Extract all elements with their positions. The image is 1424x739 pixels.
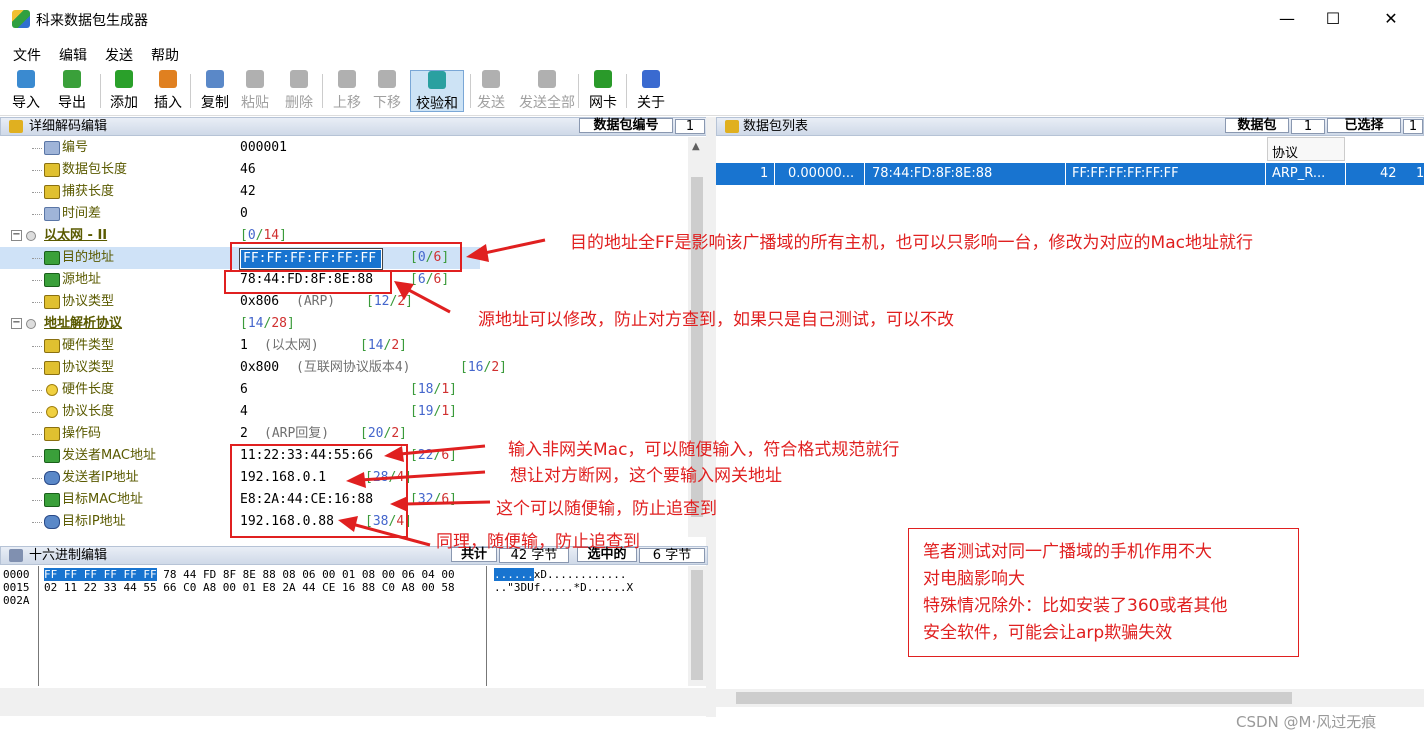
annotation-sender-ip: 想让对方断网，这个要输入网关地址	[510, 466, 782, 486]
annotation-target-mac: 这个可以随便输，防止追查到	[496, 499, 717, 519]
note-line: 笔者测试对同一广播域的手机作用不大	[923, 542, 1212, 562]
note-box: 笔者测试对同一广播域的手机作用不大 对电脑影响大 特殊情况除外：比如安装了360…	[908, 528, 1299, 657]
annotation-sender-mac: 输入非网关Mac，可以随便输入，符合格式规范就行	[508, 440, 900, 460]
note-line: 特殊情况除外：比如安装了360或者其他	[923, 596, 1228, 616]
note-line: 安全软件，可能会让arp欺骗失效	[923, 623, 1173, 643]
annotation-target-ip: 同理，随便输，防止追查到	[436, 532, 640, 552]
annotation-src-mac: 源地址可以修改，防止对方查到，如果只是自己测试，可以不改	[478, 310, 954, 330]
note-line: 对电脑影响大	[923, 569, 1025, 589]
annotation-dest-mac: 目的地址全FF是影响该广播域的所有主机，也可以只影响一台，修改为对应的Mac地址…	[570, 233, 1253, 253]
watermark: CSDN @M·风过无痕	[1236, 713, 1377, 731]
